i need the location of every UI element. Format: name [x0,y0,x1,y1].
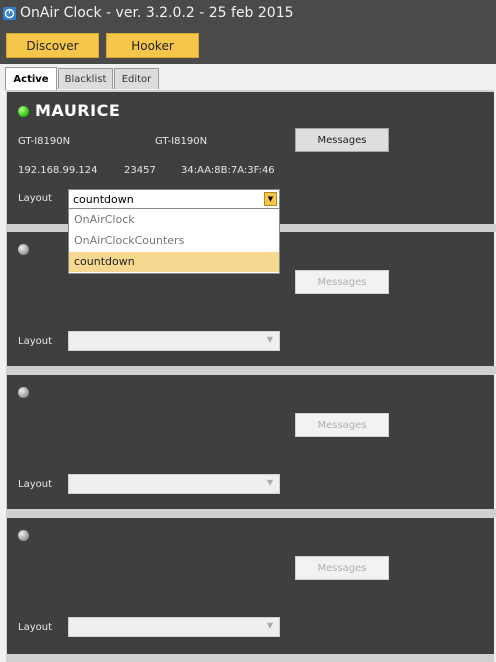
title-bar: OnAir Clock - ver. 3.2.0.2 - 25 feb 2015 [0,0,496,30]
layout-select[interactable]: ▼ [68,474,280,494]
status-offline-icon [18,244,29,255]
tab-editor[interactable]: Editor [114,68,159,89]
status-online-icon [18,106,29,117]
layout-select[interactable]: ▼ [68,617,280,637]
panel-separator [6,366,496,374]
messages-button[interactable]: Messages [295,128,389,152]
device-panel: Messages Layout ▼ [7,518,494,654]
device-panel: MAURICE GT-I8190N GT-I8190N Messages 192… [7,92,494,224]
layout-dropdown-list: OnAirClock OnAirClockCounters countdown [68,208,280,274]
dropdown-option[interactable]: OnAirClock [69,210,279,230]
chevron-down-icon: ▼ [266,621,273,630]
device-ip: 192.168.99.124 [18,165,98,176]
app-icon [3,7,16,20]
layout-select[interactable]: countdown ▼ [68,189,280,209]
tab-active[interactable]: Active [5,67,57,90]
panel-separator [6,509,496,517]
chevron-down-icon: ▼ [266,335,273,344]
device-port: 23457 [124,165,156,176]
device-mac: 34:AA:8B:7A:3F:46 [181,165,275,176]
hooker-button[interactable]: Hooker [106,33,199,58]
dropdown-option-selected[interactable]: countdown [69,252,279,272]
layout-select[interactable]: ▼ [68,331,280,351]
tab-blacklist[interactable]: Blacklist [58,68,113,89]
layout-label: Layout [18,336,52,347]
device-name: MAURICE [35,101,121,120]
status-offline-icon [18,387,29,398]
dropdown-arrow-icon[interactable]: ▼ [264,192,277,206]
layout-label: Layout [18,193,52,204]
messages-button[interactable]: Messages [295,413,389,437]
window-title: OnAir Clock - ver. 3.2.0.2 - 25 feb 2015 [20,5,294,21]
toolbar: Discover Hooker [0,30,496,64]
messages-button[interactable]: Messages [295,556,389,580]
layout-select-value: countdown [73,193,134,206]
device-panel: Messages Layout ▼ [7,375,494,509]
chevron-down-icon: ▼ [266,478,273,487]
layout-label: Layout [18,479,52,490]
device-model-secondary: GT-I8190N [155,136,208,147]
discover-button[interactable]: Discover [6,33,99,58]
dropdown-option[interactable]: OnAirClockCounters [69,231,279,251]
device-model: GT-I8190N [18,136,71,147]
messages-button[interactable]: Messages [295,270,389,294]
layout-label: Layout [18,622,52,633]
tab-strip: Active Blacklist Editor [0,64,496,90]
status-offline-icon [18,530,29,541]
